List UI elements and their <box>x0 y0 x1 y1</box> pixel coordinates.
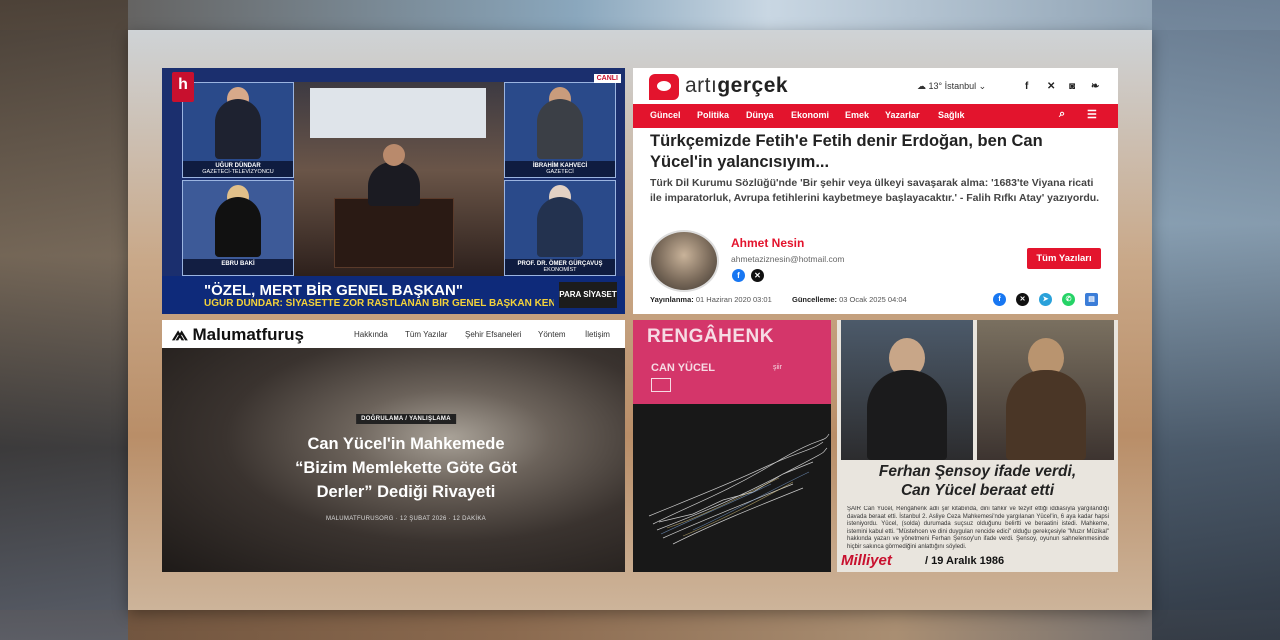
artigercek-logo-icon[interactable] <box>649 74 679 100</box>
background-top <box>0 0 1280 30</box>
clipping-body-text: ŞAİR Can Yücel, Rengâhenk adlı şiir kita… <box>847 506 1109 550</box>
facebook-icon[interactable]: f <box>1025 81 1028 92</box>
nav-item-yazarlar[interactable]: Yazarlar <box>885 110 920 120</box>
studio-scene <box>294 82 504 278</box>
studio-screen <box>310 88 486 138</box>
share-news-icon[interactable]: ▤ <box>1085 293 1098 306</box>
share-whatsapp-icon[interactable]: ✆ <box>1062 293 1075 306</box>
program-badge: PARA SİYASET <box>559 282 617 308</box>
x-icon[interactable]: ✕ <box>1047 81 1055 92</box>
background-bottom <box>0 610 1280 640</box>
book-cover-header: RENGÂHENK CAN YÜCEL şiir <box>633 320 831 404</box>
clipping-headline: Ferhan Şensoy ifade verdi, Can Yücel bera… <box>878 463 1077 499</box>
article-headline: Türkçemizde Fetih'e Fetih denir Erdoğan,… <box>650 132 1043 171</box>
speaker-figure <box>368 162 420 206</box>
book-author: CAN YÜCEL <box>651 362 715 374</box>
figure-body <box>867 370 947 460</box>
author-email[interactable]: ahmetaziznesin@hotmail.com <box>731 254 845 264</box>
guest-nameplate: EBRU BAKİ <box>183 259 293 275</box>
nav-item-tum-yazilar[interactable]: Tüm Yazılar <box>405 330 447 339</box>
clipping-photo-left <box>841 320 973 460</box>
background-right <box>1152 0 1280 640</box>
nav-item-iletisim[interactable]: İletişim <box>585 330 610 339</box>
all-posts-button[interactable]: Tüm Yazıları <box>1027 248 1101 269</box>
artigercek-article-panel: artıgerçek ☁ 13° İstanbul ⌄ f ✕ ◙ ❧ Günc… <box>633 68 1118 314</box>
guest-tile-3: EBRU BAKİ <box>182 180 294 276</box>
broadcast-headline: "ÖZEL, MERT BİR GENEL BAŞKAN" <box>204 282 463 299</box>
clipping-photo-right <box>977 320 1114 460</box>
author-avatar[interactable] <box>649 230 719 292</box>
guest-figure <box>215 99 261 159</box>
guest-nameplate: PROF. DR. ÖMER GÜRÇAVUŞ EKONOMİST <box>505 259 615 275</box>
guest-nameplate: İBRAHİM KAHVECİ GAZETECİ <box>505 161 615 177</box>
halktv-broadcast-panel: UĞUR DÜNDAR GAZETECİ-TELEVİZYONCU EBRU BA… <box>162 68 625 314</box>
share-facebook-icon[interactable]: f <box>993 293 1006 306</box>
bluesky-icon[interactable]: ❧ <box>1091 81 1099 92</box>
publisher-logo-icon <box>651 378 671 392</box>
clipping-date: / 19 Aralık 1986 <box>925 555 1005 567</box>
site-header: ⩕ Malumatfuruş Hakkında Tüm Yazılar Şehi… <box>162 320 625 348</box>
guest-figure <box>215 197 261 257</box>
book-cover-panel: RENGÂHENK CAN YÜCEL şiir <box>633 320 831 572</box>
guest-figure <box>537 99 583 159</box>
cover-artwork <box>633 404 831 572</box>
malumatfurus-article-panel: ⩕ Malumatfuruş Hakkında Tüm Yazılar Şehi… <box>162 320 625 572</box>
instagram-icon[interactable]: ◙ <box>1069 81 1075 92</box>
nav-item-saglik[interactable]: Sağlık <box>938 110 965 120</box>
guest-tile-2: İBRAHİM KAHVECİ GAZETECİ <box>504 82 616 178</box>
background-left <box>0 0 128 640</box>
article-lead: Türk Dil Kurumu Sözlüğü'nde 'Bir şehir v… <box>650 177 1100 204</box>
book-genre: şiir <box>773 364 782 371</box>
live-badge: CANLI <box>593 74 621 83</box>
book-title: RENGÂHENK <box>647 326 774 347</box>
weather-widget[interactable]: ☁ 13° İstanbul ⌄ <box>917 81 986 92</box>
author-name[interactable]: Ahmet Nesin <box>731 236 804 250</box>
guest-tile-4: PROF. DR. ÖMER GÜRÇAVUŞ EKONOMİST <box>504 180 616 276</box>
guest-tile-1: UĞUR DÜNDAR GAZETECİ-TELEVİZYONCU <box>182 82 294 178</box>
studio-podium <box>334 198 454 268</box>
article-title[interactable]: Can Yücel'in Mahkemede “Bizim Memlekette… <box>293 432 519 504</box>
share-telegram-icon[interactable]: ➤ <box>1039 293 1052 306</box>
malumatfurus-logo[interactable]: ⩕ Malumatfuruş <box>172 323 304 346</box>
author-facebook-icon[interactable]: f <box>732 269 745 282</box>
figure-body <box>1005 370 1086 460</box>
nav-item-hakkinda[interactable]: Hakkında <box>354 330 388 339</box>
main-nav: Güncel Politika Dünya Ekonomi Emek Yazar… <box>633 104 1118 128</box>
guest-nameplate: UĞUR DÜNDAR GAZETECİ-TELEVİZYONCU <box>183 161 293 177</box>
nav-item-ekonomi[interactable]: Ekonomi <box>791 110 829 120</box>
nav-item-politika[interactable]: Politika <box>697 110 729 120</box>
menu-icon[interactable]: ☰ <box>1087 108 1097 121</box>
lower-third: "ÖZEL, MERT BİR GENEL BAŞKAN" UĞUR DÜNDA… <box>162 276 625 314</box>
updated-date: Güncelleme: 03 Ocak 2025 04:04 <box>792 295 907 304</box>
author-x-icon[interactable]: ✕ <box>751 269 764 282</box>
collage-frame: UĞUR DÜNDAR GAZETECİ-TELEVİZYONCU EBRU BA… <box>128 30 1152 610</box>
halktv-logo: h <box>172 72 194 102</box>
newspaper-clipping-panel: Ferhan Şensoy ifade verdi, Can Yücel bera… <box>837 320 1118 572</box>
milliyet-logo: Milliyet <box>841 552 892 569</box>
artigercek-logo[interactable]: artıgerçek <box>685 74 788 98</box>
category-badge[interactable]: DOĞRULAMA / YANLIŞLAMA <box>356 414 456 424</box>
share-x-icon[interactable]: ✕ <box>1016 293 1029 306</box>
speaker-head <box>383 144 405 166</box>
nav-item-guncel[interactable]: Güncel <box>650 110 681 120</box>
article-meta: MALUMATFURUSORG · 12 ŞUBAT 2026 · 12 DAK… <box>326 516 486 522</box>
published-date: Yayınlanma: 01 Haziran 2020 03:01 <box>650 295 772 304</box>
broadcast-ticker: UĞUR DÜNDAR: SİYASETTE ZOR RASTLANAN BİR… <box>204 298 554 309</box>
guest-figure <box>537 197 583 257</box>
site-header: artıgerçek ☁ 13° İstanbul ⌄ f ✕ ◙ ❧ <box>633 68 1118 104</box>
nav-item-sehir-efsaneleri[interactable]: Şehir Efsaneleri <box>465 330 521 339</box>
nav-item-yontem[interactable]: Yöntem <box>538 330 566 339</box>
nav-item-emek[interactable]: Emek <box>845 110 869 120</box>
search-icon[interactable]: ⌕ <box>1059 108 1065 121</box>
m-logo-icon: ⩕ <box>172 323 188 345</box>
nav-item-dunya[interactable]: Dünya <box>746 110 774 120</box>
